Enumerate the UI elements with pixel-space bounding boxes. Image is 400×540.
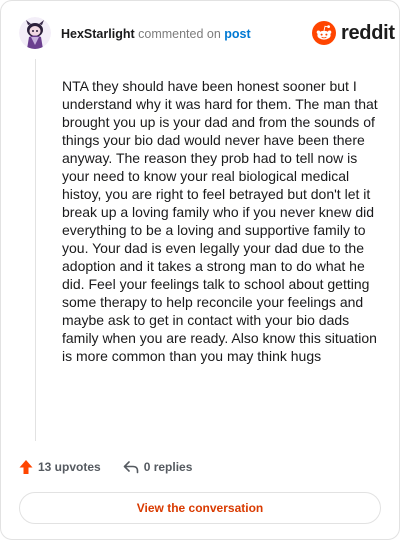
reddit-wordmark: reddit [341,21,395,44]
commented-on-text: commented on [134,27,225,41]
upvote-count: 13 upvotes [38,460,101,474]
comment-actions: 13 upvotes 0 replies [19,459,192,475]
upvote-arrow-icon [19,460,33,474]
reply-count: 0 replies [143,460,193,474]
reply-button[interactable]: 0 replies [123,460,193,474]
comment-body: NTA they should have been honest sooner … [62,78,378,364]
comment-card: HexStarlight commented on post reddit NT… [0,0,400,540]
reddit-logo[interactable]: reddit [312,21,395,45]
reply-arrow-icon [123,461,139,474]
view-conversation-button[interactable]: View the conversation [19,492,381,524]
avatar-image [19,17,51,49]
upvote-button[interactable]: 13 upvotes [19,459,101,475]
comment-header: HexStarlight commented on post [61,27,251,41]
user-avatar[interactable] [19,17,51,49]
post-link[interactable]: post [224,27,250,41]
thread-line [35,59,36,441]
reddit-alien-icon [312,21,336,45]
username-link[interactable]: HexStarlight [61,27,135,41]
